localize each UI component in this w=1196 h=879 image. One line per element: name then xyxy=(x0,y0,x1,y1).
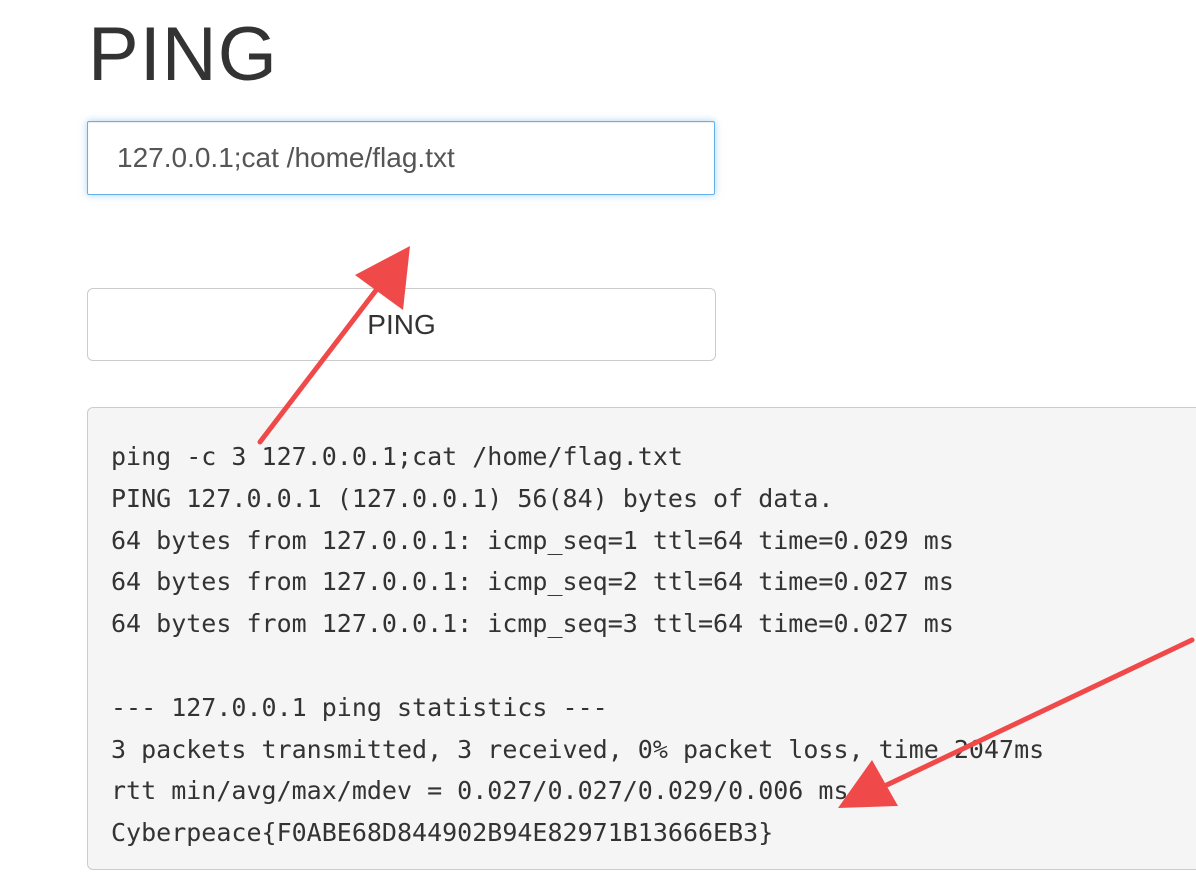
command-output: ping -c 3 127.0.0.1;cat /home/flag.txt P… xyxy=(87,407,1196,870)
page-title: PING xyxy=(88,12,278,97)
ping-button[interactable]: PING xyxy=(87,288,716,361)
page: PING PING ping -c 3 127.0.0.1;cat /home/… xyxy=(0,0,1196,879)
ip-input[interactable] xyxy=(87,121,715,195)
